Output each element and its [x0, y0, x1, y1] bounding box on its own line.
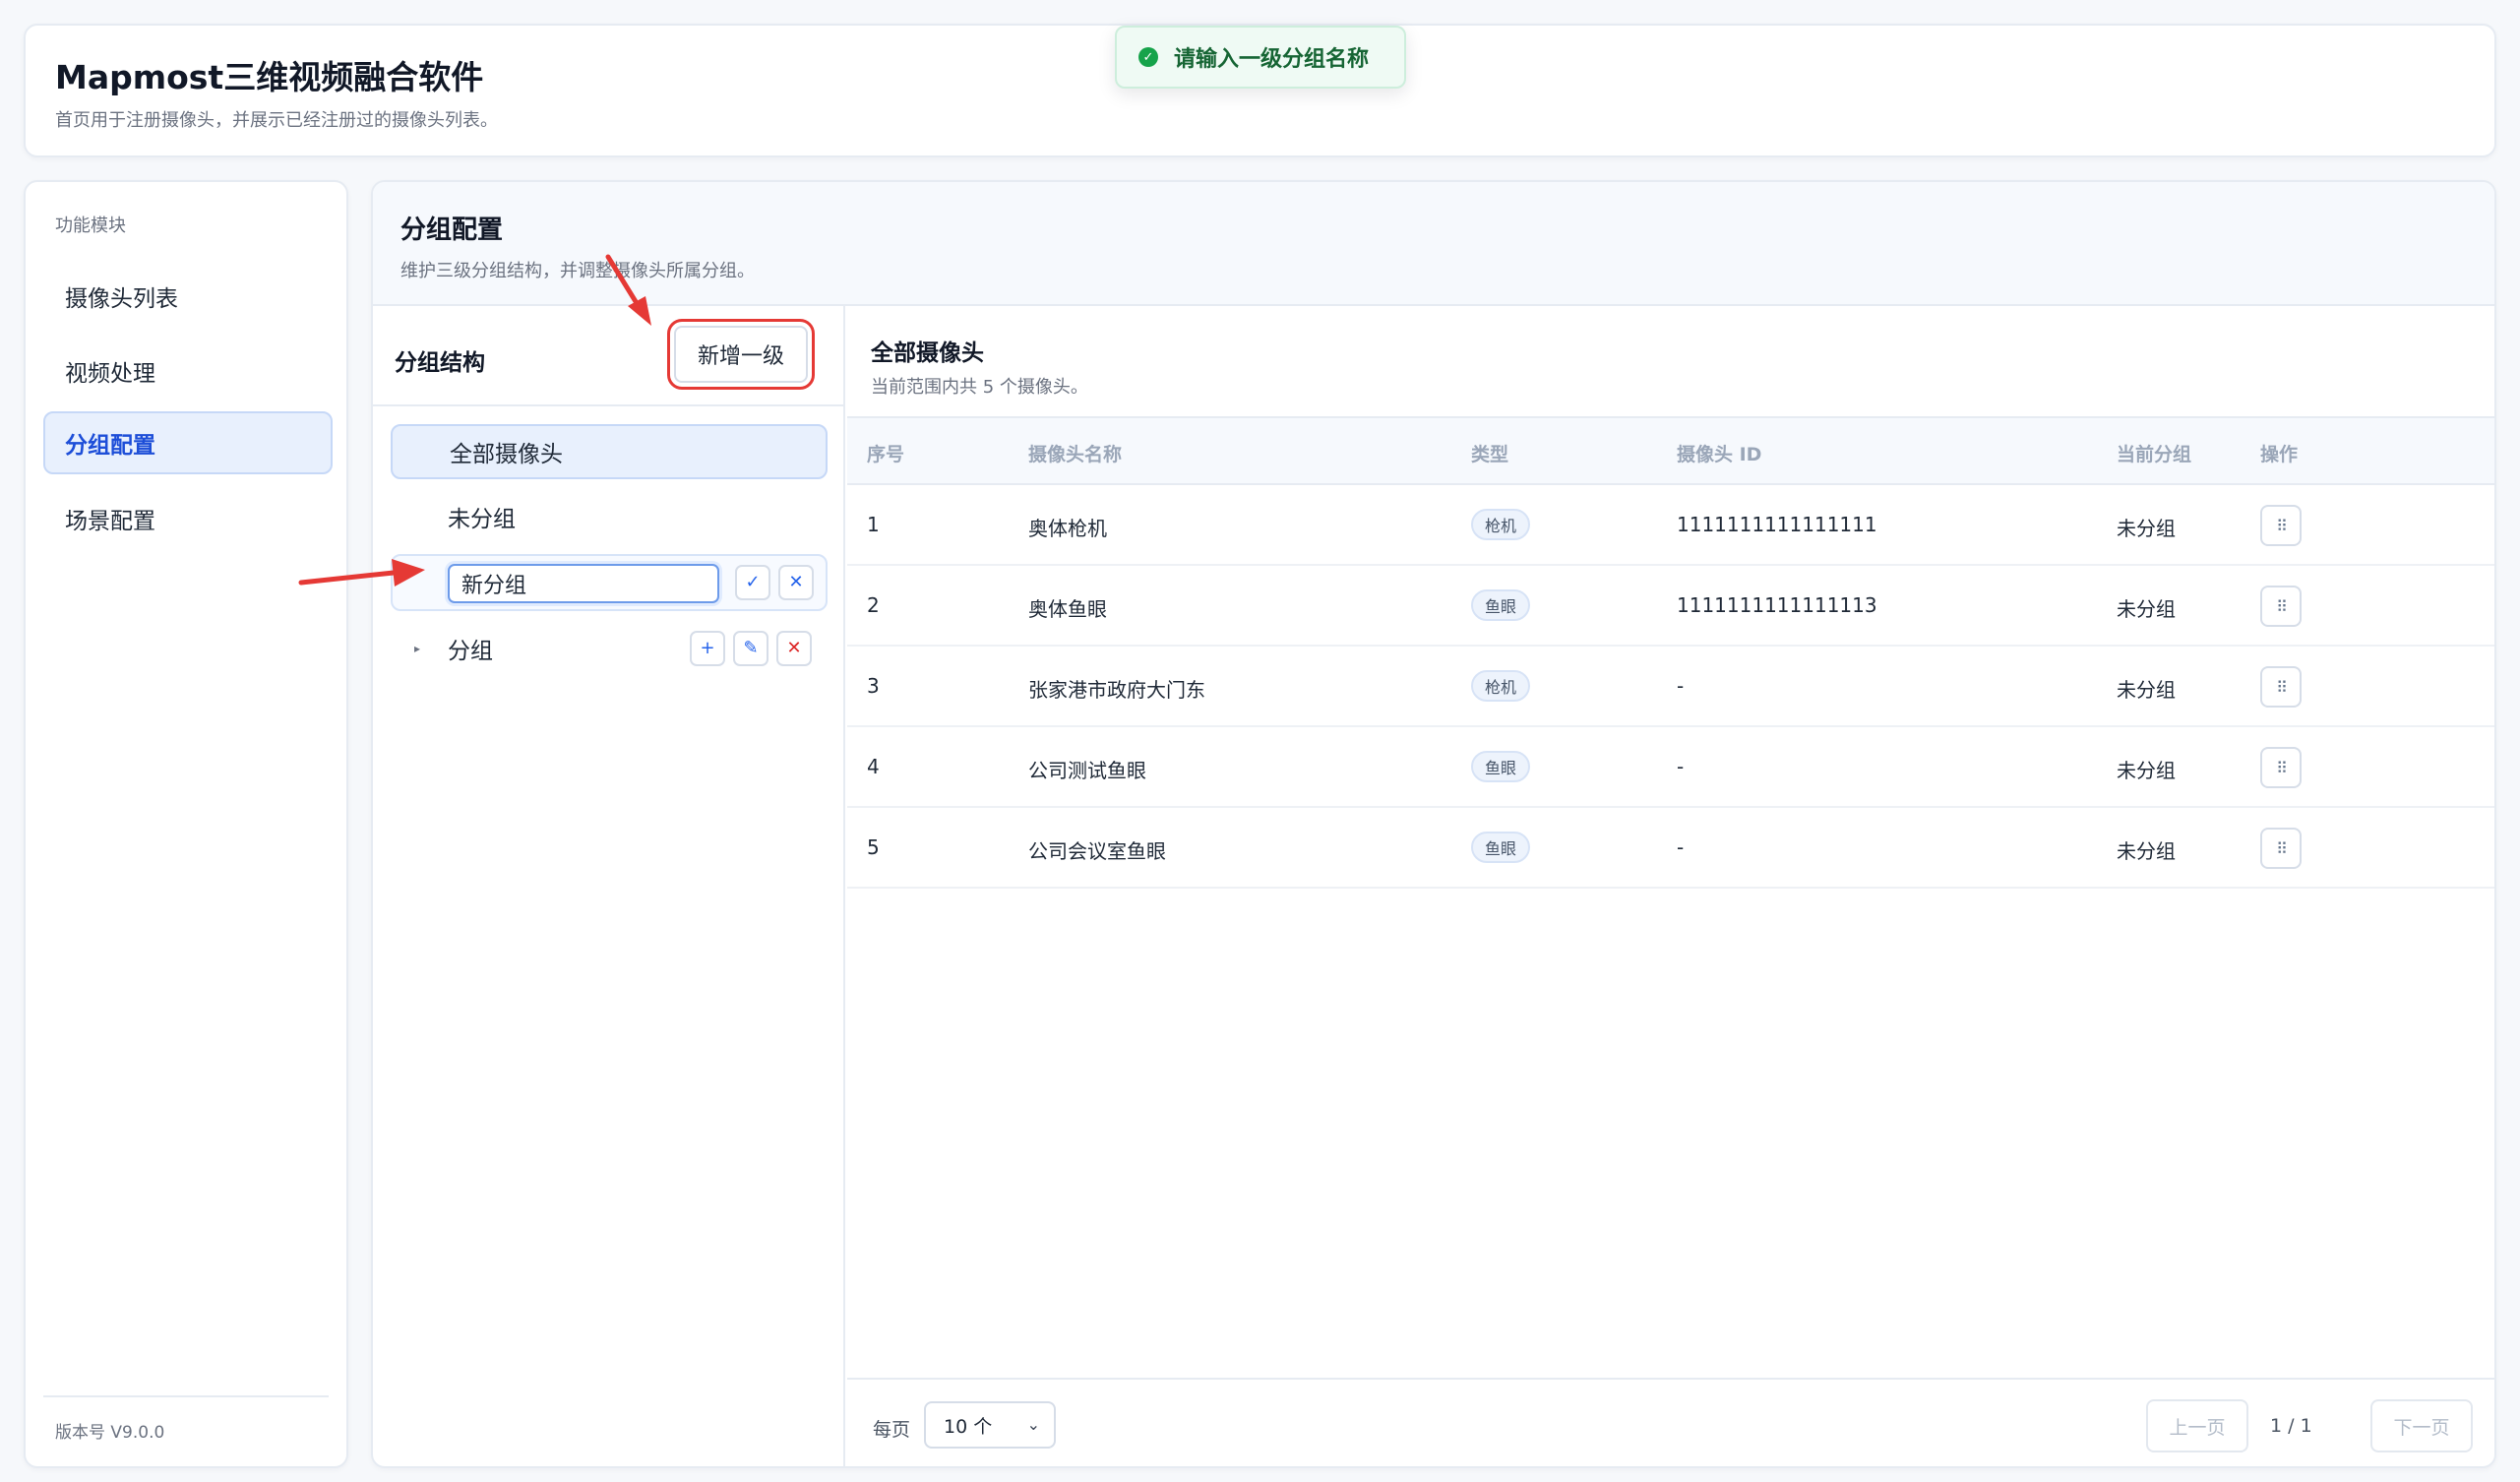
row-camera-id: -	[1677, 755, 1685, 778]
row-camera-name: 公司会议室鱼眼	[1028, 839, 1166, 863]
tree-item-new-group-editor: ✓ ✕	[391, 554, 828, 611]
row-index: 1	[867, 513, 880, 536]
tree-item-label: 未分组	[448, 507, 516, 532]
check-icon: ✓	[745, 572, 761, 592]
edit-group-button[interactable]: ✎	[733, 631, 768, 666]
tree-item-group[interactable]: ▸ 分组 + ✎ ✕	[391, 621, 828, 676]
pencil-icon: ✎	[743, 638, 759, 658]
camera-type-badge: 鱼眼	[1471, 832, 1531, 863]
row-current-group: 未分组	[2117, 678, 2176, 702]
column-header-type: 类型	[1471, 444, 1509, 465]
toast-notification: ✓ 请输入一级分组名称	[1115, 26, 1406, 89]
next-page-button[interactable]: 下一页	[2370, 1399, 2473, 1452]
main-header: 分组配置 维护三级分组结构，并调整摄像头所属分组。	[373, 182, 2494, 306]
page-title: 分组配置	[400, 216, 504, 245]
row-camera-name: 张家港市政府大门东	[1028, 678, 1205, 702]
sidebar-item-label: 分组配置	[65, 433, 155, 459]
sidebar-item-label: 场景配置	[65, 509, 155, 534]
new-group-name-input[interactable]	[448, 564, 719, 603]
camera-panel-subtitle: 当前范围内共 5 个摄像头。	[871, 377, 1088, 398]
row-camera-id: -	[1677, 835, 1685, 859]
plus-icon: +	[700, 638, 715, 658]
table-row: 4 公司测试鱼眼 鱼眼 - 未分组 ⠿	[847, 727, 2494, 808]
per-page-label: 每页	[873, 1419, 911, 1441]
camera-type-badge: 鱼眼	[1471, 589, 1531, 621]
column-header-index: 序号	[867, 444, 905, 465]
table-row: 1 奥体枪机 枪机 1111111111111111 未分组 ⠿	[847, 485, 2494, 566]
column-header-id: 摄像头 ID	[1677, 444, 1762, 465]
row-index: 4	[867, 755, 880, 778]
app-subtitle: 首页用于注册摄像头，并展示已经注册过的摄像头列表。	[55, 110, 498, 131]
row-index: 5	[867, 835, 880, 859]
page-indicator: 1 / 1	[2270, 1415, 2312, 1437]
page-size-value: 10 个	[944, 1415, 993, 1438]
sidebar: 功能模块 摄像头列表 视频处理 分组配置 场景配置 版本号 V9.0.0	[24, 180, 348, 1468]
chevron-down-icon: ⌄	[1026, 1415, 1040, 1434]
sidebar-section-title: 功能模块	[55, 216, 126, 236]
row-camera-id: 1111111111111113	[1677, 593, 1877, 617]
table-header: 序号 摄像头名称 类型 摄像头 ID 当前分组 操作	[847, 416, 2494, 485]
group-panel-title: 分组结构	[395, 350, 485, 376]
tree-item-all-cameras[interactable]: 全部摄像头	[391, 424, 828, 479]
page-size-select[interactable]: 10 个 ⌄	[924, 1401, 1056, 1449]
sidebar-item-scene-config[interactable]: 场景配置	[43, 487, 333, 550]
sidebar-divider	[43, 1395, 329, 1397]
row-index: 2	[867, 593, 880, 617]
group-structure-panel: 分组结构 新增一级 全部摄像头 未分组 ✓ ✕ ▸ 分组 + ✎	[373, 306, 845, 1466]
drag-handle-icon[interactable]: ⠿	[2260, 505, 2302, 546]
pagination: 每页 10 个 ⌄ 上一页 1 / 1 下一页	[847, 1378, 2494, 1466]
prev-page-button[interactable]: 上一页	[2146, 1399, 2248, 1452]
table-row: 5 公司会议室鱼眼 鱼眼 - 未分组 ⠿	[847, 808, 2494, 889]
column-header-name: 摄像头名称	[1028, 444, 1123, 465]
camera-type-badge: 枪机	[1471, 670, 1531, 702]
drag-handle-icon[interactable]: ⠿	[2260, 666, 2302, 708]
tree-item-ungrouped[interactable]: 未分组	[391, 489, 828, 544]
row-current-group: 未分组	[2117, 839, 2176, 863]
camera-type-badge: 枪机	[1471, 509, 1531, 540]
group-panel-divider	[373, 404, 843, 406]
page-subtitle: 维护三级分组结构，并调整摄像头所属分组。	[400, 261, 755, 281]
table-row: 2 奥体鱼眼 鱼眼 1111111111111113 未分组 ⠿	[847, 566, 2494, 647]
sidebar-item-camera-list[interactable]: 摄像头列表	[43, 265, 333, 328]
sidebar-item-video-processing[interactable]: 视频处理	[43, 340, 333, 402]
row-index: 3	[867, 674, 880, 698]
column-header-group: 当前分组	[2117, 444, 2192, 465]
row-camera-id: 1111111111111111	[1677, 513, 1877, 536]
confirm-button[interactable]: ✓	[735, 565, 770, 600]
drag-handle-icon[interactable]: ⠿	[2260, 586, 2302, 627]
check-circle-icon: ✓	[1138, 47, 1158, 67]
row-camera-id: -	[1677, 674, 1685, 698]
add-level1-button[interactable]: 新增一级	[667, 319, 815, 390]
delete-icon: ✕	[786, 638, 802, 658]
app-title: Mapmost三维视频融合软件	[55, 58, 484, 96]
row-current-group: 未分组	[2117, 597, 2176, 621]
delete-group-button[interactable]: ✕	[776, 631, 812, 666]
drag-handle-icon[interactable]: ⠿	[2260, 828, 2302, 869]
sidebar-item-label: 视频处理	[65, 361, 155, 387]
toast-message: 请输入一级分组名称	[1174, 47, 1370, 72]
caret-right-icon[interactable]: ▸	[414, 642, 420, 655]
table-row: 3 张家港市政府大门东 枪机 - 未分组 ⠿	[847, 647, 2494, 727]
cancel-button[interactable]: ✕	[778, 565, 814, 600]
tree-item-label: 全部摄像头	[450, 442, 563, 467]
row-camera-name: 奥体枪机	[1028, 517, 1107, 540]
row-camera-name: 奥体鱼眼	[1028, 597, 1107, 621]
camera-panel-title: 全部摄像头	[871, 340, 984, 366]
tree-item-label: 分组	[448, 639, 493, 664]
drag-handle-icon[interactable]: ⠿	[2260, 747, 2302, 788]
version-label: 版本号 V9.0.0	[55, 1423, 165, 1443]
camera-type-badge: 鱼眼	[1471, 751, 1531, 782]
main-panel: 分组配置 维护三级分组结构，并调整摄像头所属分组。 分组结构 新增一级 全部摄像…	[371, 180, 2496, 1468]
sidebar-item-group-config[interactable]: 分组配置	[43, 411, 333, 474]
column-header-actions: 操作	[2260, 444, 2299, 465]
row-current-group: 未分组	[2117, 517, 2176, 540]
row-camera-name: 公司测试鱼眼	[1028, 759, 1146, 782]
row-current-group: 未分组	[2117, 759, 2176, 782]
close-icon: ✕	[788, 572, 804, 592]
add-subgroup-button[interactable]: +	[690, 631, 725, 666]
camera-list-panel: 全部摄像头 当前范围内共 5 个摄像头。 序号 摄像头名称 类型 摄像头 ID …	[847, 306, 2494, 1466]
sidebar-item-label: 摄像头列表	[65, 286, 178, 312]
